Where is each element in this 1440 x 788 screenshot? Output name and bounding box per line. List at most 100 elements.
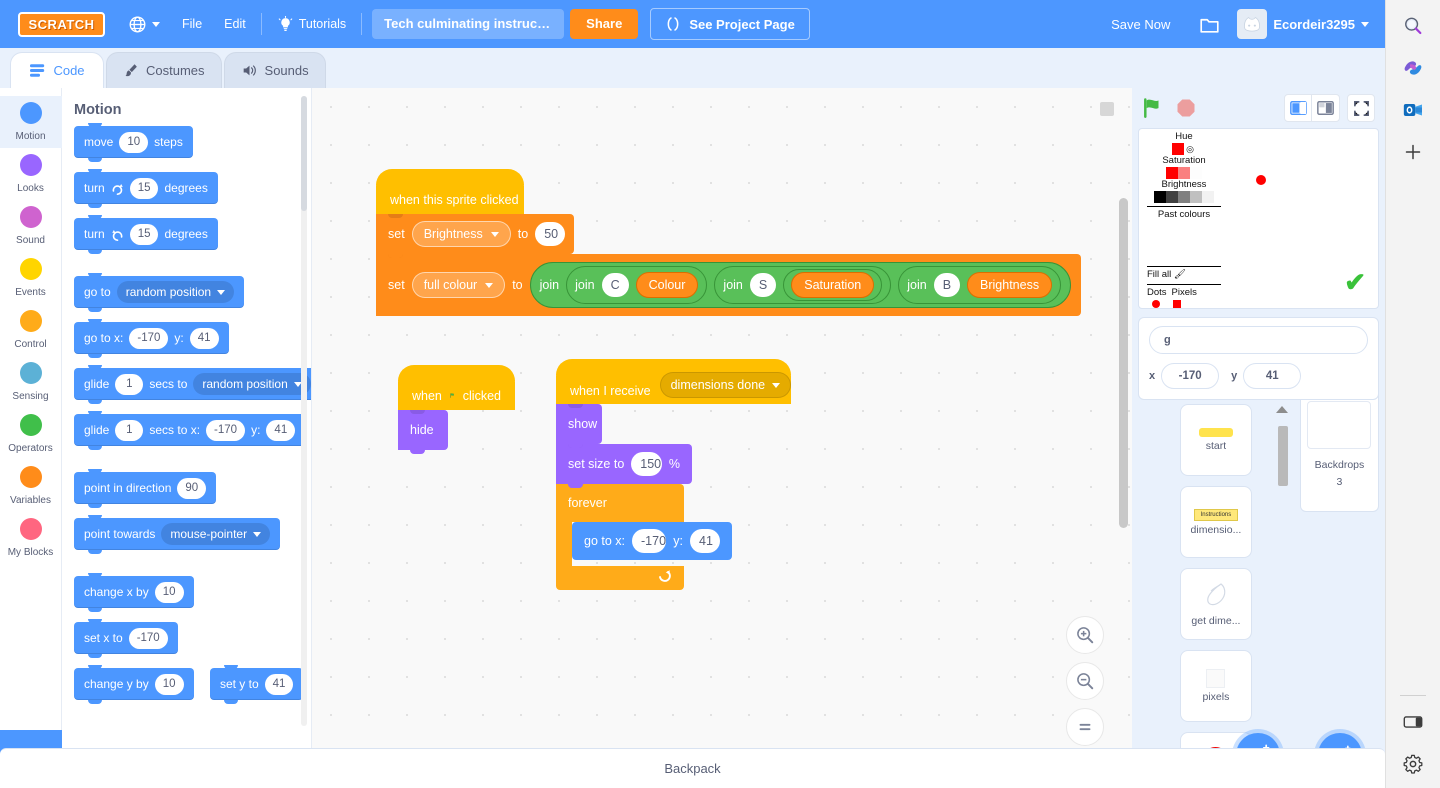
variable-dropdown[interactable]: Brightness (411, 221, 511, 247)
variable-saturation[interactable]: Saturation (791, 272, 875, 298)
sprite-tile-start[interactable]: start (1179, 404, 1252, 476)
block-number-input[interactable]: 1 (115, 419, 144, 441)
size-input[interactable]: 150 (631, 452, 662, 476)
sprite-tile-get-dimensions[interactable]: get dime... (1179, 568, 1252, 640)
sat-swatch-3[interactable] (1190, 167, 1202, 179)
block-number-input[interactable]: 90 (177, 477, 207, 499)
category-motion[interactable]: Motion (0, 96, 62, 148)
hue-selector-icon[interactable]: ◎ (1184, 143, 1196, 155)
join-block-s-saturation[interactable]: join S Saturation (714, 266, 892, 304)
block-number-input[interactable]: -170 (206, 419, 246, 441)
show-block[interactable]: show (556, 404, 602, 448)
join-block-outer[interactable]: join join C Colour join S Saturation joi… (529, 262, 1072, 308)
palette-block-go-to-xy[interactable]: go to x: -170 y: 41 (74, 319, 229, 358)
forever-block[interactable]: forever go to x: -170 y: 41 (556, 484, 732, 590)
category-sensing[interactable]: Sensing (0, 356, 62, 408)
sprite-list[interactable]: start Instructions dimensio... get dime. (1138, 358, 1294, 788)
sprite-list-scroll-up[interactable] (1275, 406, 1288, 413)
block-number-input[interactable]: -170 (129, 327, 169, 349)
sprite-name-input[interactable] (1149, 326, 1368, 354)
block-palette[interactable]: Motion move 10 steps turn 15 degrees tur… (62, 88, 312, 788)
message-dropdown[interactable]: dimensions done (659, 372, 792, 398)
large-stage-button[interactable] (1312, 94, 1340, 122)
dots-label[interactable]: Dots (1147, 287, 1167, 299)
project-title-input[interactable]: Tech culminating instruct... (372, 9, 565, 39)
small-stage-button[interactable] (1284, 94, 1312, 122)
join-text-input-b[interactable]: B (933, 273, 961, 297)
category-sound[interactable]: Sound (0, 200, 62, 252)
sprite-tile-dimensions[interactable]: Instructions dimensio... (1179, 486, 1252, 558)
when-sprite-clicked-hat[interactable]: when this sprite clicked (376, 169, 524, 214)
variable-brightness[interactable]: Brightness (967, 272, 1053, 298)
join-block-saturation-inner[interactable]: Saturation (783, 269, 883, 301)
block-number-input[interactable]: 41 (189, 327, 219, 349)
palette-block-set-x[interactable]: set x to -170 (74, 619, 178, 658)
tab-sounds[interactable]: Sounds (223, 52, 326, 88)
sidebar-search-button[interactable] (1395, 8, 1431, 44)
pixels-label[interactable]: Pixels (1172, 287, 1197, 299)
share-button[interactable]: Share (570, 9, 639, 39)
hue-swatch-red[interactable] (1172, 143, 1184, 155)
palette-block-change-x[interactable]: change x by 10 (74, 573, 194, 612)
bri-swatch-4[interactable] (1190, 191, 1202, 203)
palette-block-go-to[interactable]: go to random position (74, 273, 245, 312)
join-text-input-c[interactable]: C (601, 273, 629, 297)
palette-block-turn-left[interactable]: turn 15 degrees (74, 215, 218, 254)
palette-scrollbar-thumb[interactable] (301, 96, 307, 211)
workspace-vscrollbar-thumb[interactable] (1119, 198, 1128, 528)
palette-block-change-y[interactable]: change y by 10 (74, 665, 194, 704)
bri-swatch-3[interactable] (1178, 191, 1190, 203)
green-flag-button[interactable] (1142, 97, 1164, 119)
set-brightness-block[interactable]: set Brightness to 50 (376, 214, 574, 258)
when-i-receive-hat[interactable]: when I receive dimensions done (556, 359, 792, 404)
user-menu[interactable]: Ecordeir3295 (1273, 17, 1369, 32)
goto-x-input[interactable]: -170 (632, 529, 667, 553)
when-flag-clicked-hat[interactable]: when clicked (398, 365, 515, 410)
sidebar-add-button[interactable] (1395, 134, 1431, 170)
language-menu[interactable] (117, 9, 171, 39)
palette-block-point-direction[interactable]: point in direction 90 (74, 469, 217, 508)
sprite-x-input[interactable] (1161, 363, 1220, 389)
block-number-input[interactable]: 41 (264, 673, 294, 695)
edit-menu[interactable]: Edit (213, 9, 257, 39)
backpack-bar[interactable]: Backpack (0, 748, 1385, 788)
fullscreen-button[interactable] (1347, 94, 1375, 122)
variable-colour[interactable]: Colour (635, 272, 699, 298)
category-looks[interactable]: Looks (0, 148, 62, 200)
palette-block-glide-xy[interactable]: glide 1 secs to x: -170 y: 41 (74, 411, 306, 450)
category-events[interactable]: Events (0, 252, 62, 304)
category-operators[interactable]: Operators (0, 408, 62, 460)
avatar[interactable] (1237, 9, 1268, 39)
script-flag-clicked[interactable]: when clicked hide (398, 365, 515, 454)
palette-block-glide-secs[interactable]: glide 1 secs to random position (74, 365, 311, 404)
go-to-xy-block[interactable]: go to x: -170 y: 41 (572, 522, 732, 560)
block-dropdown[interactable]: random position (193, 373, 311, 395)
sprite-y-input[interactable] (1243, 363, 1302, 389)
block-number-input[interactable]: 1 (115, 373, 144, 395)
block-number-input[interactable]: 10 (119, 131, 149, 153)
my-stuff-button[interactable] (1188, 9, 1231, 39)
sprite-tile-pixels[interactable]: pixels (1179, 650, 1252, 722)
zoom-out-button[interactable] (1066, 662, 1104, 700)
stage[interactable]: Hue ◎ Saturation Brightness Past colours… (1138, 128, 1379, 309)
bri-swatch-1[interactable] (1154, 191, 1166, 203)
stage-sprite-red-dot[interactable] (1256, 175, 1266, 185)
category-variables[interactable]: Variables (0, 460, 62, 512)
tab-code[interactable]: Code (10, 52, 104, 88)
variable-dropdown[interactable]: full colour (411, 272, 506, 298)
zoom-in-button[interactable] (1066, 616, 1104, 654)
zoom-reset-button[interactable] (1066, 708, 1104, 746)
sidebar-copilot-button[interactable] (1395, 50, 1431, 86)
block-dropdown[interactable]: random position (116, 281, 235, 303)
sat-swatch-1[interactable] (1166, 167, 1178, 179)
stop-button[interactable] (1176, 98, 1196, 118)
goto-y-input[interactable]: 41 (690, 529, 720, 553)
forever-label-row[interactable]: forever (556, 484, 684, 522)
fill-all-row[interactable]: Fill all 🖌 (1147, 269, 1221, 281)
block-number-input[interactable]: 10 (154, 581, 184, 603)
see-project-page-button[interactable]: See Project Page (650, 8, 810, 40)
category-my-blocks[interactable]: My Blocks (0, 512, 62, 564)
join-block-b-brightness[interactable]: join B Brightness (898, 266, 1062, 304)
palette-block-point-towards[interactable]: point towards mouse-pointer (74, 515, 281, 554)
sidebar-split-screen-button[interactable] (1395, 704, 1431, 740)
